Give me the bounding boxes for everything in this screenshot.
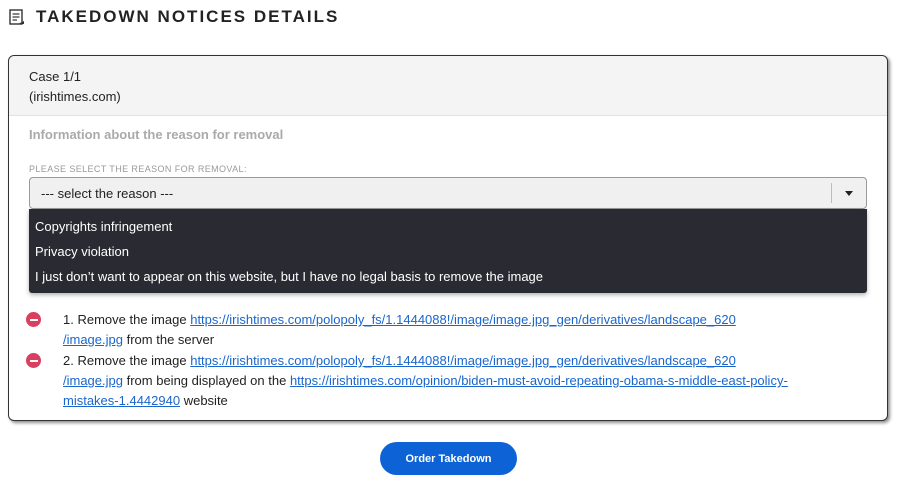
order-takedown-button[interactable]: Order Takedown bbox=[380, 442, 517, 475]
step-suffix: website bbox=[183, 393, 228, 408]
step-prefix: Remove the image bbox=[77, 312, 187, 327]
image-url-link[interactable]: https://irishtimes.com/polopoly_fs/1.144… bbox=[190, 353, 736, 368]
remove-step-icon[interactable] bbox=[26, 353, 41, 368]
case-header: Case 1/1 (irishtimes.com) bbox=[9, 56, 887, 116]
reason-dropdown-menu: Copyrights infringement Privacy violatio… bbox=[29, 209, 867, 293]
case-domain: (irishtimes.com) bbox=[29, 89, 121, 104]
page-title: TAKEDOWN NOTICES DETAILS bbox=[36, 7, 340, 26]
page-url-link[interactable]: https://irishtimes.com/opinion/biden-mus… bbox=[290, 373, 788, 388]
reason-option-copyright[interactable]: Copyrights infringement bbox=[29, 214, 867, 239]
image-url-link-cont[interactable]: /image.jpg bbox=[63, 373, 123, 388]
section-title: Information about the reason for removal bbox=[29, 127, 284, 142]
reason-option-no-legal-basis[interactable]: I just don’t want to appear on this webs… bbox=[29, 264, 867, 289]
remove-step-icon[interactable] bbox=[26, 312, 41, 327]
step-number: 1. bbox=[63, 312, 74, 327]
reason-option-privacy[interactable]: Privacy violation bbox=[29, 239, 867, 264]
removal-steps-list: 1. Remove the image https://irishtimes.c… bbox=[23, 310, 873, 412]
list-item: 1. Remove the image https://irishtimes.c… bbox=[23, 310, 873, 350]
chevron-down-icon[interactable] bbox=[832, 190, 866, 196]
reason-select-value: --- select the reason --- bbox=[41, 185, 174, 201]
step-middle: from being displayed on the bbox=[126, 373, 287, 388]
case-card: Case 1/1 (irishtimes.com) Information ab… bbox=[8, 55, 888, 421]
step-prefix: Remove the image bbox=[77, 353, 187, 368]
reason-select[interactable]: --- select the reason --- bbox=[29, 177, 867, 209]
document-list-icon bbox=[9, 9, 24, 25]
step-suffix: from the server bbox=[126, 332, 215, 347]
page-url-link-cont[interactable]: mistakes-1.4442940 bbox=[63, 393, 180, 408]
case-title: Case 1/1 bbox=[29, 69, 82, 84]
step-number: 2. bbox=[63, 353, 74, 368]
reason-field-label: PLEASE SELECT THE REASON FOR REMOVAL: bbox=[29, 164, 247, 174]
page-header: TAKEDOWN NOTICES DETAILS bbox=[8, 6, 339, 28]
list-item: 2. Remove the image https://irishtimes.c… bbox=[23, 351, 873, 411]
image-url-link-cont[interactable]: /image.jpg bbox=[63, 332, 123, 347]
image-url-link[interactable]: https://irishtimes.com/polopoly_fs/1.144… bbox=[190, 312, 736, 327]
